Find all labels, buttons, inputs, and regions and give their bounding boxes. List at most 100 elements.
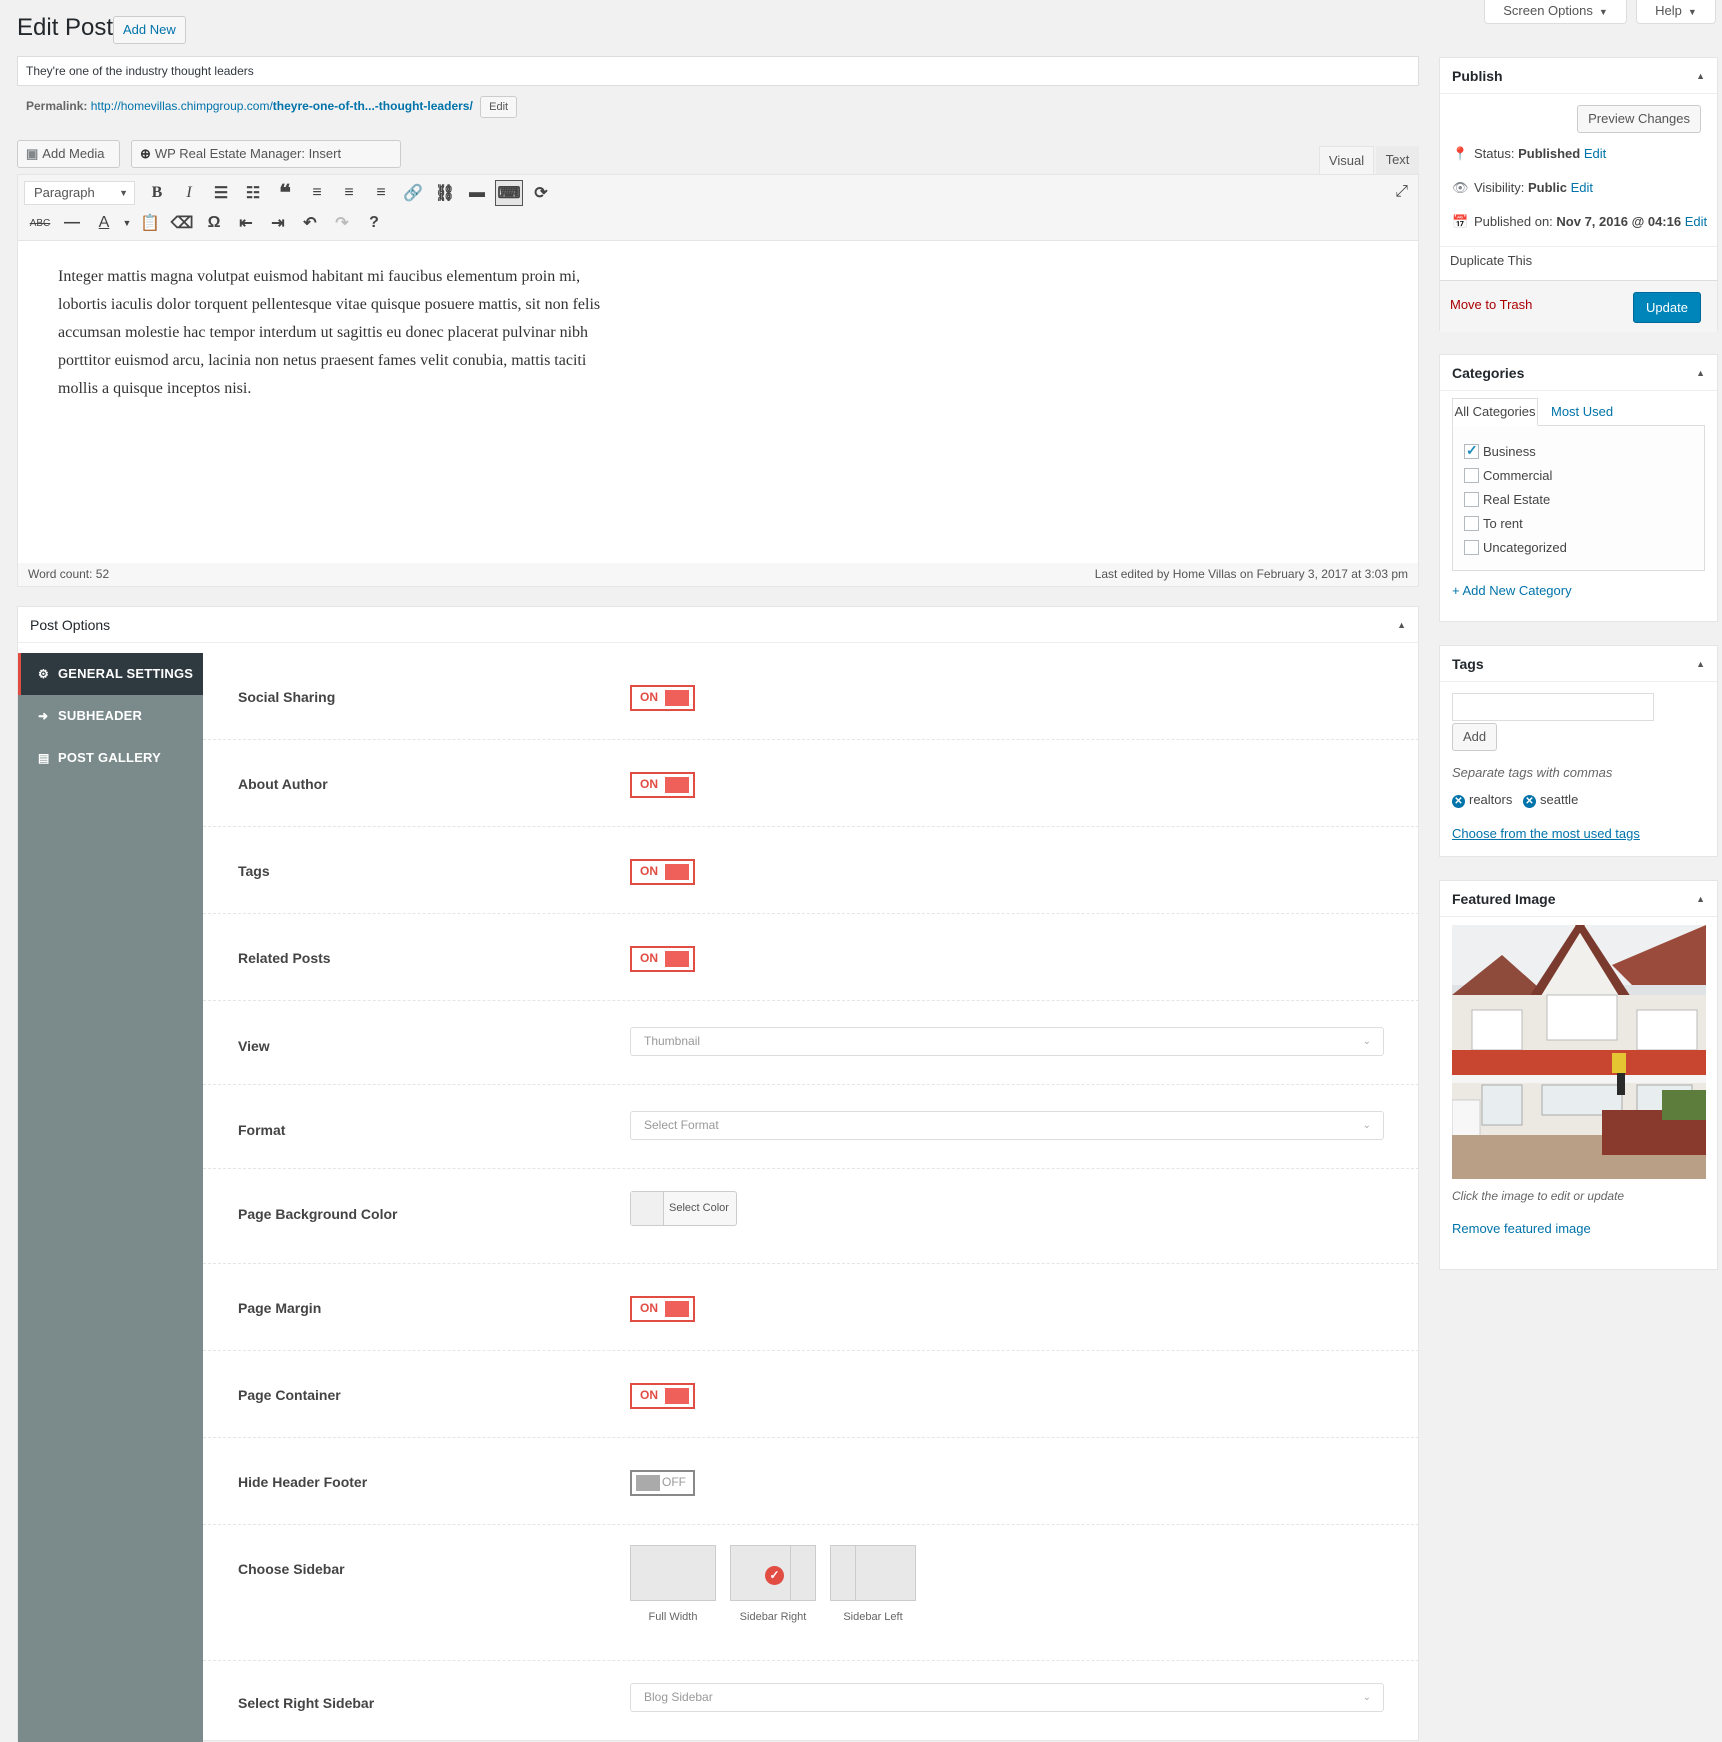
add-new-button[interactable]: Add New xyxy=(113,16,186,44)
preview-changes-button[interactable]: Preview Changes xyxy=(1577,105,1701,133)
tab-text[interactable]: Text xyxy=(1376,146,1419,174)
published-edit-link[interactable]: Edit xyxy=(1685,214,1707,229)
strikethrough-icon[interactable]: ABC xyxy=(24,209,56,237)
post-options-nav: ⚙ GENERAL SETTINGS ➜ SUBHEADER ▤ POST GALLE… xyxy=(18,653,203,1742)
tab-all-categories[interactable]: All Categories xyxy=(1452,398,1538,426)
page-container-toggle[interactable]: ON xyxy=(630,1383,695,1409)
fullscreen-icon[interactable]: ⤢ xyxy=(1395,183,1408,201)
hide-header-footer-toggle[interactable]: OFF xyxy=(630,1470,695,1496)
divider xyxy=(1440,246,1717,247)
italic-icon[interactable]: I xyxy=(173,179,205,207)
permalink-base[interactable]: http://homevillas.chimpgroup.com/ xyxy=(91,99,273,113)
checkbox[interactable] xyxy=(1464,468,1479,483)
collapse-arrow-icon[interactable]: ▲ xyxy=(1696,881,1705,917)
screen-options-button[interactable]: Screen Options ▼ xyxy=(1484,0,1627,24)
checkbox[interactable] xyxy=(1464,516,1479,531)
remove-featured-image-link[interactable]: Remove featured image xyxy=(1452,1221,1591,1236)
category-item[interactable]: Uncategorized xyxy=(1464,540,1567,555)
paste-text-icon[interactable]: 📋 xyxy=(134,209,166,237)
category-item[interactable]: Commercial xyxy=(1464,468,1552,483)
editor-content[interactable]: Integer mattis magna volutpat euismod ha… xyxy=(58,263,698,403)
category-item[interactable]: Business xyxy=(1464,442,1536,459)
read-more-icon[interactable]: ▬ xyxy=(461,179,493,207)
special-character-icon[interactable]: Ω xyxy=(198,209,230,237)
post-options-header[interactable]: Post Options ▲ xyxy=(18,607,1418,643)
checkbox[interactable] xyxy=(1464,442,1479,459)
undo-icon[interactable]: ↶ xyxy=(294,209,326,237)
link-icon[interactable]: 🔗 xyxy=(397,179,429,207)
category-item[interactable]: Real Estate xyxy=(1464,492,1550,507)
category-item[interactable]: To rent xyxy=(1464,516,1523,531)
add-new-category-link[interactable]: + Add New Category xyxy=(1452,583,1572,598)
visibility-edit-link[interactable]: Edit xyxy=(1571,180,1593,195)
permalink-slug[interactable]: theyre-one-of-th...-thought-leaders/ xyxy=(273,99,473,113)
update-button[interactable]: Update xyxy=(1633,292,1701,323)
collapse-arrow-icon[interactable]: ▲ xyxy=(1696,58,1705,94)
page-margin-toggle[interactable]: ON xyxy=(630,1296,695,1322)
category-label: To rent xyxy=(1483,516,1523,531)
checkbox[interactable] xyxy=(1464,492,1479,507)
add-tag-button[interactable]: Add xyxy=(1452,723,1498,751)
tag-input[interactable] xyxy=(1452,693,1654,721)
nav-general-settings[interactable]: ⚙ GENERAL SETTINGS xyxy=(18,653,203,695)
related-posts-toggle[interactable]: ON xyxy=(630,946,695,972)
sidebar-option-full-width[interactable] xyxy=(630,1545,716,1601)
add-media-button[interactable]: ▣ Add Media xyxy=(17,140,120,168)
status-edit-link[interactable]: Edit xyxy=(1584,146,1606,161)
duplicate-this-link[interactable]: Duplicate This xyxy=(1450,253,1532,268)
text-color-dropdown-icon[interactable]: ▼ xyxy=(120,209,134,237)
outdent-icon[interactable]: ⇤ xyxy=(230,209,262,237)
horizontal-line-icon[interactable]: — xyxy=(56,209,88,237)
collapse-arrow-icon[interactable]: ▲ xyxy=(1696,646,1705,682)
tab-most-used[interactable]: Most Used xyxy=(1551,398,1613,426)
view-select[interactable]: Thumbnail ⌄ xyxy=(630,1027,1384,1056)
social-sharing-toggle[interactable]: ON xyxy=(630,685,695,711)
help-button[interactable]: Help ▼ xyxy=(1636,0,1716,24)
tags-header[interactable]: Tags ▲ xyxy=(1440,646,1717,682)
visibility-row: 👁 Visibility: Public Edit xyxy=(1452,180,1593,196)
format-select[interactable]: Select Format ⌄ xyxy=(630,1111,1384,1140)
collapse-arrow-icon[interactable]: ▲ xyxy=(1696,355,1705,391)
insert-shortcode-button[interactable]: ⊕WP Real Estate Manager: Insert shortcod… xyxy=(131,140,401,187)
checkbox[interactable] xyxy=(1464,540,1479,555)
help-icon[interactable]: ? xyxy=(358,209,390,237)
remove-tag-icon[interactable]: ✕ xyxy=(1523,795,1536,808)
sidebar-option-left[interactable] xyxy=(830,1545,916,1601)
align-right-icon[interactable]: ≡ xyxy=(365,179,397,207)
collapse-arrow-icon[interactable]: ▲ xyxy=(1397,607,1406,643)
remove-tag-icon[interactable]: ✕ xyxy=(1452,795,1465,808)
move-to-trash-link[interactable]: Move to Trash xyxy=(1450,297,1532,312)
toggle-knob xyxy=(665,951,689,967)
toolbar-toggle-icon[interactable]: ⌨ xyxy=(495,180,523,206)
publish-header[interactable]: Publish ▲ xyxy=(1440,58,1717,94)
select-value: Thumbnail xyxy=(644,1034,701,1048)
indent-icon[interactable]: ⇥ xyxy=(262,209,294,237)
blockquote-icon[interactable]: ❝ xyxy=(269,179,301,207)
tab-visual[interactable]: Visual xyxy=(1319,146,1374,174)
categories-header[interactable]: Categories ▲ xyxy=(1440,355,1717,391)
sidebar-option-right[interactable]: ✓ xyxy=(730,1545,816,1601)
choose-most-used-tags-link[interactable]: Choose from the most used tags xyxy=(1452,826,1640,841)
bullet-list-icon[interactable]: ☰ xyxy=(205,179,237,207)
clear-formatting-icon[interactable]: ⌫ xyxy=(166,209,198,237)
post-title-input[interactable]: They're one of the industry thought lead… xyxy=(17,56,1419,86)
permalink-edit-button[interactable]: Edit xyxy=(480,96,518,118)
nav-subheader[interactable]: ➜ SUBHEADER xyxy=(18,695,203,737)
select-color-button[interactable]: Select Color xyxy=(630,1191,737,1226)
about-author-toggle[interactable]: ON xyxy=(630,772,695,798)
numbered-list-icon[interactable]: ☷ xyxy=(237,179,269,207)
redo-icon[interactable]: ↷ xyxy=(326,209,358,237)
align-center-icon[interactable]: ≡ xyxy=(333,179,365,207)
format-select[interactable]: Paragraph ▼ xyxy=(24,181,135,205)
text-color-icon[interactable]: A xyxy=(88,209,120,237)
bold-icon[interactable]: B xyxy=(141,179,173,207)
right-sidebar-select[interactable]: Blog Sidebar ⌄ xyxy=(630,1683,1384,1712)
featured-image-header[interactable]: Featured Image ▲ xyxy=(1440,881,1717,917)
refresh-icon[interactable]: ⟳ xyxy=(525,179,557,207)
align-left-icon[interactable]: ≡ xyxy=(301,179,333,207)
option-label: Hide Header Footer xyxy=(238,1474,368,1490)
featured-image[interactable] xyxy=(1452,925,1706,1179)
unlink-icon[interactable]: ⛓ xyxy=(429,179,461,207)
nav-post-gallery[interactable]: ▤ POST GALLERY xyxy=(18,737,203,779)
tags-toggle[interactable]: ON xyxy=(630,859,695,885)
